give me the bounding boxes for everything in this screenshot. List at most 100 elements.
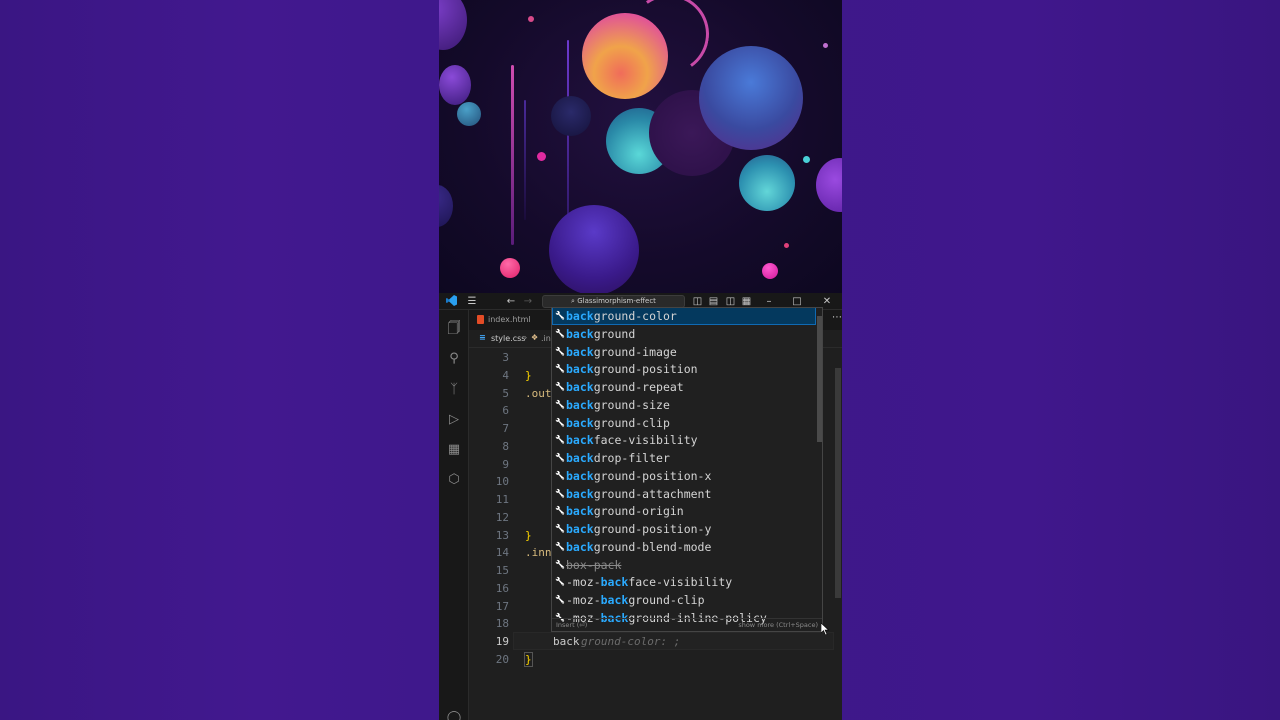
more-actions-icon[interactable]: ⋯ xyxy=(832,312,842,323)
activity-bar: 🗍 ⚲ ᛉ ▷ ▦ ⬡ ◯ xyxy=(439,310,469,720)
run-debug-icon[interactable]: ▷ xyxy=(444,410,464,430)
wallpaper-line xyxy=(524,100,526,220)
line-number: 12 xyxy=(495,510,509,524)
wrench-icon: 🔧 xyxy=(555,346,565,356)
wallpaper-line xyxy=(511,65,514,245)
suggestion-match: back xyxy=(566,504,594,519)
suggestion-item[interactable]: 🔧 background-position-y xyxy=(552,520,816,538)
suggestion-rest: ground-repeat xyxy=(593,380,684,394)
suggestion-item[interactable]: 🔧 background xyxy=(552,325,816,343)
wrench-icon: 🔧 xyxy=(555,559,565,569)
account-icon[interactable]: ◯ xyxy=(444,708,464,720)
suggestion-scrollbar[interactable] xyxy=(817,316,822,442)
suggestion-item[interactable]: 🔧 background-attachment xyxy=(552,485,816,503)
suggestion-item[interactable]: 🔧 background-size xyxy=(552,396,816,414)
wallpaper-orb xyxy=(551,96,591,136)
suggestion-item[interactable]: 🔧 -moz-background-clip xyxy=(552,591,816,609)
code-brace: } xyxy=(525,369,532,382)
wrench-icon: 🔧 xyxy=(555,435,565,445)
tab-index-html[interactable]: index.html xyxy=(488,315,531,324)
suggestion-item[interactable]: 🔧 background-position-x xyxy=(552,467,816,485)
wallpaper-orb xyxy=(500,258,520,278)
suggestion-match: back xyxy=(566,415,594,430)
wallpaper-orb xyxy=(537,152,546,161)
suggestion-rest: ground-size xyxy=(593,397,670,412)
line-number: 20 xyxy=(495,652,509,666)
suggestion-item[interactable]: 🔧 background-position xyxy=(552,360,816,378)
wallpaper-orb xyxy=(549,205,639,293)
line-number: 15 xyxy=(495,564,509,577)
source-control-icon[interactable]: ᛉ xyxy=(444,380,464,400)
suggestion-label: background-position-y xyxy=(566,520,711,538)
line-number: 6 xyxy=(502,404,509,418)
wrench-icon: 🔧 xyxy=(555,595,565,604)
suggestion-item[interactable]: 🔧 backdrop-filter xyxy=(552,449,816,467)
menu-icon[interactable]: ☰ xyxy=(466,295,478,308)
insert-hint: Insert (⏎) xyxy=(556,621,588,629)
suggestion-rest: box-pack xyxy=(566,557,622,572)
suggestion-match: back xyxy=(566,380,594,394)
wrench-icon: 🔧 xyxy=(555,524,565,533)
search-text: Glassimorphism-effect xyxy=(577,297,656,305)
editor-scrollbar-thumb[interactable] xyxy=(835,368,841,598)
line-number: 18 xyxy=(495,617,509,631)
suggestion-match: back xyxy=(600,575,629,590)
explorer-icon[interactable]: 🗍 xyxy=(444,319,464,339)
suggestion-match: back xyxy=(566,397,594,412)
line-number: 11 xyxy=(495,493,509,506)
suggestion-item[interactable]: 🔧 background-color xyxy=(552,308,816,325)
suggestion-status-bar: Insert (⏎) show more (Ctrl+Space) xyxy=(552,618,822,631)
tab-style-css[interactable]: style.css xyxy=(491,334,525,343)
suggestion-item[interactable]: 🔧 -moz-backface-visibility xyxy=(552,573,816,591)
suggestion-label: backdrop-filter xyxy=(566,449,670,467)
wrench-icon: 🔧 xyxy=(555,541,565,551)
line-number: 17 xyxy=(495,599,509,613)
wallpaper-orb xyxy=(457,102,481,126)
autocomplete-suggestions: 🔧 background-color 🔧 background 🔧 background-… xyxy=(551,307,823,632)
back-arrow-icon[interactable]: ← xyxy=(505,295,517,308)
suggestion-rest: ground-blend-mode xyxy=(593,539,712,554)
suggestion-label: backface-visibility xyxy=(566,431,698,449)
breadcrumb-selector[interactable]: .in xyxy=(541,334,551,343)
suggestion-match: back xyxy=(566,468,594,483)
code-brace: } xyxy=(524,652,533,667)
suggestion-match: back xyxy=(566,433,594,448)
suggestion-item[interactable]: 🔧 backface-visibility xyxy=(552,431,816,449)
suggestion-match: back xyxy=(566,344,594,359)
selector-icon: ❖ xyxy=(531,333,539,342)
suggestion-rest: ground-color xyxy=(593,309,677,323)
suggestion-label: background-origin xyxy=(566,502,684,520)
wrench-icon: 🔧 xyxy=(555,488,565,498)
suggestion-match: back xyxy=(566,309,594,323)
suggestion-item[interactable]: 🔧 background-image xyxy=(552,343,816,361)
suggestion-label: background-position-x xyxy=(566,467,711,485)
line-number: 5 xyxy=(502,386,509,400)
remote-icon[interactable]: ⬡ xyxy=(444,470,464,490)
show-more-hint[interactable]: show more (Ctrl+Space) xyxy=(738,619,818,631)
suggestion-item[interactable]: 🔧 background-clip xyxy=(552,414,816,432)
suggestion-rest: face-visibility xyxy=(628,575,733,590)
suggestion-match: back xyxy=(566,326,594,341)
suggestion-item[interactable]: 🔧 box-pack xyxy=(552,556,816,574)
html-file-icon xyxy=(477,315,484,324)
inline-suggestion: ground-color: ; xyxy=(581,635,681,648)
wrench-icon: 🔧 xyxy=(555,506,565,516)
wrench-icon: 🔧 xyxy=(555,417,565,427)
wallpaper-orb xyxy=(762,263,778,279)
search-icon: ⌕ xyxy=(571,297,575,305)
wrench-icon: 🔧 xyxy=(555,382,565,391)
search-sidebar-icon[interactable]: ⚲ xyxy=(444,349,464,369)
suggestion-item[interactable]: 🔧 background-blend-mode xyxy=(552,538,816,556)
suggestion-rest: drop-filter xyxy=(593,451,670,465)
extensions-icon[interactable]: ▦ xyxy=(444,440,464,460)
wallpaper-orb xyxy=(699,46,803,150)
forward-arrow-icon[interactable]: → xyxy=(522,295,534,308)
wrench-icon: 🔧 xyxy=(555,364,565,374)
wrench-icon: 🔧 xyxy=(555,311,565,320)
suggestion-item[interactable]: 🔧 background-repeat xyxy=(552,378,816,396)
suggestion-match: back xyxy=(566,362,594,377)
suggestion-item[interactable]: 🔧 background-origin xyxy=(552,502,816,520)
suggestion-match: back xyxy=(566,451,594,465)
wallpaper-orb xyxy=(739,155,795,211)
line-number: 3 xyxy=(502,351,509,364)
